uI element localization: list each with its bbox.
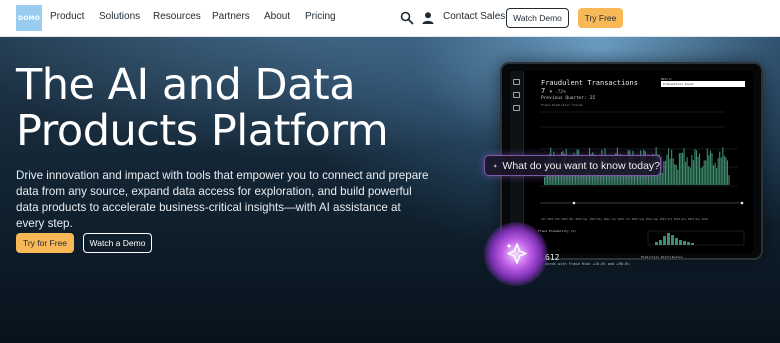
try-free-button[interactable]: Try Free <box>578 8 623 28</box>
chart-bar <box>674 164 676 185</box>
chart-bar <box>694 149 696 185</box>
watch-demo-button[interactable]: Watch Demo <box>506 8 569 28</box>
hero-subtext: Drive innovation and impact with tools t… <box>16 169 429 230</box>
prediction-bar <box>667 233 670 245</box>
chart-bar <box>686 157 688 185</box>
prediction-bar <box>683 241 686 245</box>
nav-item-pricing[interactable]: Pricing <box>305 11 336 22</box>
ai-prompt-text: What do you want to know today? <box>502 159 660 172</box>
domo-logo[interactable]: DOMO <box>16 5 42 31</box>
chart-bar <box>668 148 670 185</box>
chart-bar <box>689 167 691 185</box>
fraud-probability-label: Fraud Probability (%) <box>538 229 576 233</box>
prediction-bar <box>691 243 694 245</box>
chart-bar <box>702 166 704 185</box>
chart-bar <box>719 151 721 185</box>
chart-bar <box>708 155 710 185</box>
records-kpi-subtitle: cords with Fraud Risk +10.0% and +90.0% <box>545 262 630 266</box>
chart-bar <box>712 165 715 185</box>
watch-a-demo-button[interactable]: Watch a Demo <box>83 233 152 253</box>
top-nav: DOMO Product Solutions Resources Partner… <box>0 0 780 37</box>
chart-bar <box>685 161 687 185</box>
chart-bar <box>661 172 663 185</box>
chart-bar <box>709 150 711 185</box>
slider-handle-right[interactable] <box>740 201 744 205</box>
contact-sales-link[interactable]: Contact Sales <box>443 11 505 22</box>
chart-bar <box>680 152 682 185</box>
nav-item-solutions[interactable]: Solutions <box>99 11 140 22</box>
chart-bar <box>672 158 674 185</box>
chart-bar <box>544 177 546 185</box>
slider-handle-left[interactable] <box>572 201 576 205</box>
prediction-bar <box>675 238 678 245</box>
search-icon[interactable] <box>400 11 414 25</box>
chart-bar <box>666 154 668 185</box>
nav-item-resources[interactable]: Resources <box>153 11 201 22</box>
chart-bar <box>697 156 699 185</box>
prediction-bar <box>671 235 674 245</box>
chart-bar <box>728 175 730 185</box>
ai-assistant-prompt[interactable]: What do you want to know today? <box>484 155 661 176</box>
chart-bar <box>705 160 707 185</box>
chart-bar <box>717 158 719 185</box>
nav-item-about[interactable]: About <box>264 11 290 22</box>
chart-bar <box>726 160 728 185</box>
chart-bar <box>714 162 716 185</box>
chart-bar <box>699 153 701 185</box>
chart-bar <box>664 160 666 185</box>
user-icon[interactable] <box>421 11 435 25</box>
nav-item-partners[interactable]: Partners <box>212 11 250 22</box>
chart-bar <box>725 157 727 185</box>
chart-bar <box>688 165 690 185</box>
prediction-bar <box>663 236 666 245</box>
chart-bar <box>678 153 680 185</box>
chart-bar <box>671 149 673 185</box>
chart-bar <box>706 148 708 185</box>
prediction-bars <box>655 233 694 245</box>
prediction-bar <box>655 242 658 245</box>
chart-bar <box>700 168 702 185</box>
chart-bar <box>677 169 679 185</box>
chart-bar <box>720 157 722 185</box>
chart-bar <box>691 155 693 185</box>
chart-bar <box>703 160 705 185</box>
chart-bar <box>692 159 694 185</box>
chart-bar <box>722 147 724 185</box>
chart-x-axis-labels: Jan 2024 Feb 2024 Mar 2024 Apr 2024 May … <box>541 218 709 221</box>
chart-bar <box>675 164 677 185</box>
ai-sparkle-icon <box>506 243 527 264</box>
prediction-bar <box>687 242 690 245</box>
chart-bar <box>663 161 665 185</box>
hero-headline: The AI and Data Products Platform <box>16 60 389 156</box>
ai-orb-button[interactable] <box>484 222 548 286</box>
chart-bar <box>669 158 671 185</box>
prediction-bar <box>659 240 662 245</box>
chart-bar <box>723 155 725 185</box>
chart-bar <box>716 168 718 185</box>
try-for-free-button[interactable]: Try for Free <box>16 233 74 253</box>
nav-item-product[interactable]: Product <box>50 11 84 22</box>
chart-bar <box>681 152 684 185</box>
prediction-bar <box>679 240 682 245</box>
sparkle-icon <box>493 163 498 168</box>
chart-bar <box>695 150 697 185</box>
chart-bar <box>711 153 713 185</box>
chart-bar <box>683 148 685 185</box>
prediction-distribution-label: Prediction Distribution <box>641 255 683 259</box>
